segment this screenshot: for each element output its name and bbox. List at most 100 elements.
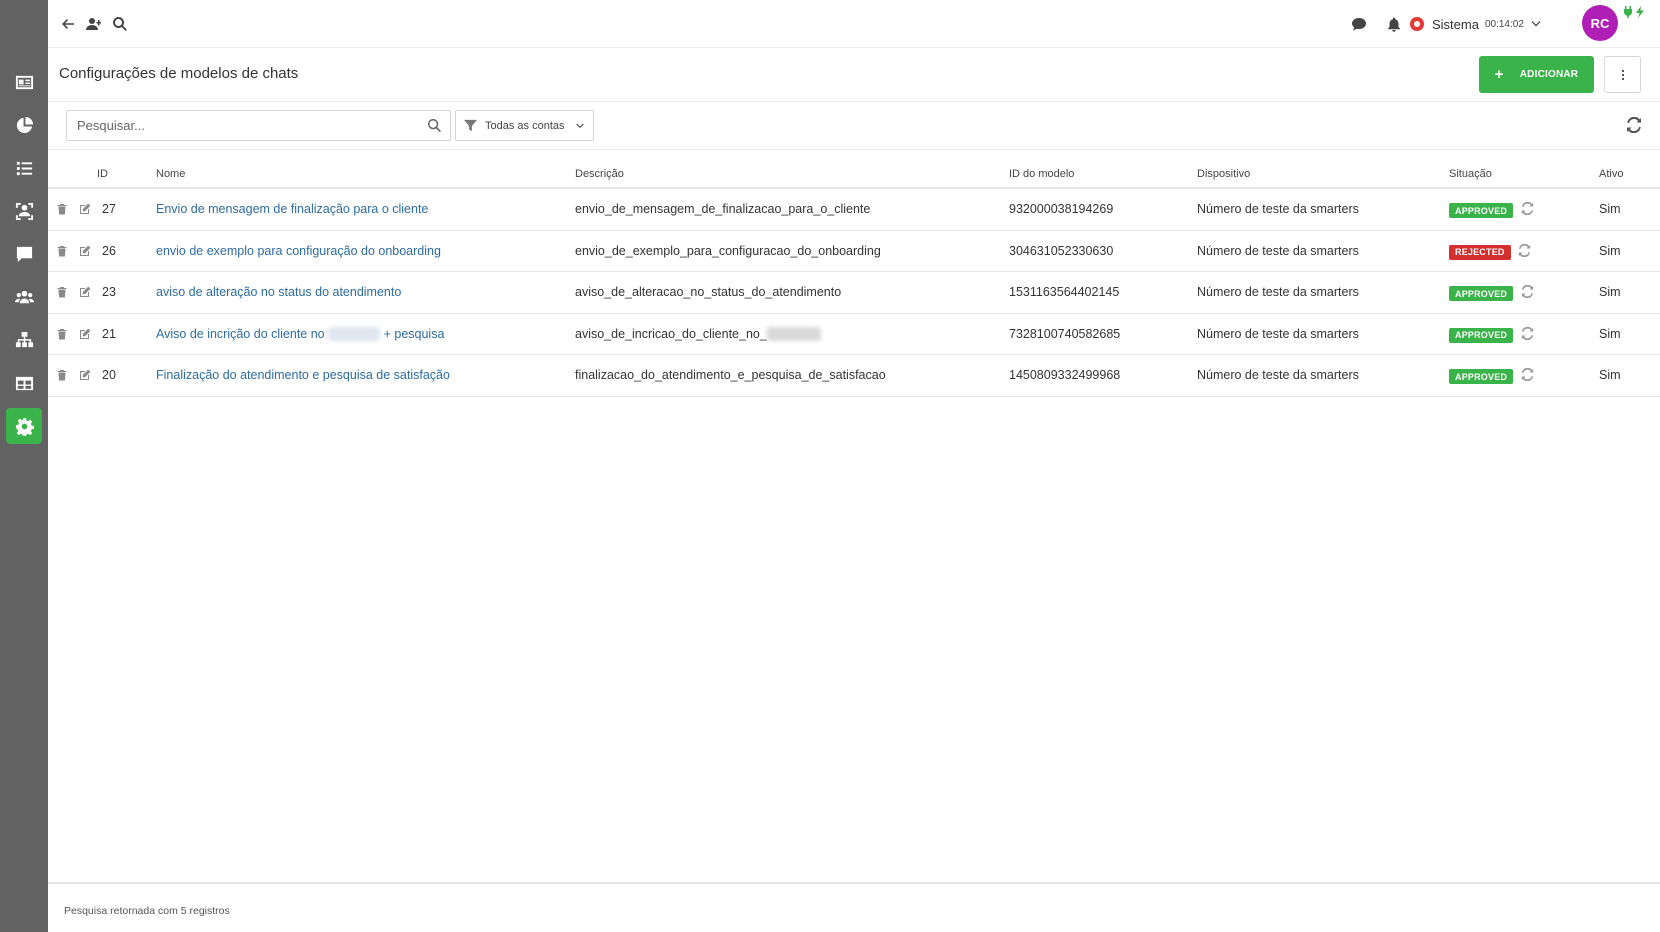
column-header-status[interactable]: Situação	[1449, 168, 1492, 180]
trash-icon	[57, 204, 67, 215]
status-badge: APPROVED	[1449, 203, 1514, 218]
row-name-link[interactable]: Finalização do atendimento e pesquisa de…	[156, 368, 450, 382]
avatar[interactable]: RC	[1582, 5, 1618, 41]
redacted-text	[328, 327, 381, 342]
row-active: Sim	[1599, 285, 1621, 299]
status-badge: REJECTED	[1449, 244, 1511, 260]
add-contact-button[interactable]	[84, 14, 104, 34]
status-badge: APPROVED	[1449, 369, 1514, 384]
status-badge: APPROVED	[1449, 327, 1514, 343]
edit-icon	[80, 245, 91, 256]
column-header-model-id[interactable]: ID do modelo	[1009, 168, 1074, 180]
row-device: Número de teste da smarters	[1197, 202, 1359, 216]
row-description: aviso_de_incricao_do_cliente_no_	[575, 327, 821, 342]
add-button-label: ADICIONAR	[1519, 69, 1579, 80]
row-model-id: 1531163564402145	[1009, 285, 1120, 299]
delete-button[interactable]	[56, 244, 70, 258]
row-active: Sim	[1599, 368, 1621, 382]
top-bar: Sistema 00:14:02 RC	[48, 0, 1660, 48]
chat-icon	[16, 246, 32, 262]
system-status-dropdown[interactable]: Sistema 00:14:02	[1410, 13, 1542, 35]
delete-button[interactable]	[56, 202, 70, 216]
row-id: 20	[102, 368, 116, 382]
edit-button[interactable]	[79, 285, 93, 299]
table-row: 20 Finalização do atendimento e pesquisa…	[48, 355, 1660, 397]
sync-icon	[1521, 201, 1534, 216]
row-description: envio_de_mensagem_de_finalizacao_para_o_…	[575, 202, 871, 216]
table-icon	[15, 376, 33, 390]
refresh-icon	[1627, 116, 1641, 134]
column-header-id[interactable]: ID	[97, 168, 108, 180]
row-name-link[interactable]: aviso de alteração no status do atendime…	[156, 285, 401, 299]
sidebar-item-tables[interactable]	[6, 365, 42, 401]
sidebar-item-settings[interactable]	[6, 408, 42, 444]
sidebar-item-lists[interactable]	[6, 150, 42, 186]
search-icon[interactable]	[427, 118, 442, 133]
row-model-id: 932000038194269	[1009, 202, 1114, 216]
add-button[interactable]: + ADICIONAR	[1479, 56, 1594, 93]
user-plus-icon	[86, 18, 101, 30]
main-content: Sistema 00:14:02 RC Configurações de mod…	[48, 0, 1660, 932]
sync-status-button[interactable]	[1521, 367, 1535, 382]
sync-status-button[interactable]	[1521, 326, 1535, 341]
refresh-button[interactable]	[1626, 116, 1644, 135]
page-title: Configurações de modelos de chats	[59, 65, 299, 82]
sync-icon	[1521, 284, 1534, 299]
back-button[interactable]	[58, 14, 78, 34]
more-options-button[interactable]	[1604, 56, 1641, 93]
search-button[interactable]	[110, 14, 130, 34]
table-row: 27 Envio de mensagem de finalização para…	[48, 189, 1660, 231]
delete-button[interactable]	[56, 327, 70, 341]
sidebar-item-structure[interactable]	[6, 322, 42, 358]
column-header-active[interactable]: Ativo	[1599, 168, 1623, 180]
sitemap-icon	[15, 331, 33, 347]
connection-status	[1623, 6, 1645, 18]
sidebar-item-attendance[interactable]	[6, 193, 42, 229]
row-device: Número de teste da smarters	[1197, 285, 1359, 299]
face-scan-icon	[15, 202, 33, 220]
gear-icon	[15, 417, 34, 436]
row-name-link[interactable]: Envio de mensagem de finalização para o …	[156, 202, 428, 216]
edit-button[interactable]	[79, 244, 93, 258]
notifications-button[interactable]	[1384, 14, 1404, 34]
plus-icon: +	[1494, 66, 1504, 83]
delete-button[interactable]	[56, 368, 70, 382]
edit-button[interactable]	[79, 327, 93, 341]
trash-icon	[57, 328, 67, 339]
arrow-left-icon	[62, 19, 74, 29]
messages-button[interactable]	[1349, 14, 1369, 34]
sidebar-item-contacts[interactable]	[6, 64, 42, 100]
accounts-filter-dropdown[interactable]: Todas as contas	[455, 110, 594, 141]
sync-icon	[1518, 243, 1531, 257]
sidebar-item-chat[interactable]	[6, 236, 42, 272]
sidebar	[0, 0, 48, 932]
column-header-description[interactable]: Descrição	[575, 168, 624, 180]
accounts-filter-label: Todas as contas	[485, 119, 565, 132]
edit-icon	[80, 286, 91, 297]
system-label: Sistema	[1432, 16, 1479, 32]
column-header-name[interactable]: Nome	[156, 168, 185, 180]
row-model-id: 1450809332499968	[1009, 368, 1121, 382]
sidebar-item-users[interactable]	[6, 279, 42, 315]
row-name-link[interactable]: envio de exemplo para configuração do on…	[156, 244, 441, 258]
redacted-text	[766, 327, 821, 342]
sync-status-button[interactable]	[1518, 243, 1532, 258]
edit-button[interactable]	[79, 202, 93, 216]
sync-status-button[interactable]	[1521, 284, 1535, 299]
row-model-id: 7328100740582685	[1009, 326, 1121, 341]
chat-bubble-icon	[1352, 18, 1366, 31]
row-id: 26	[102, 243, 116, 258]
column-header-device[interactable]: Dispositivo	[1197, 168, 1250, 180]
row-id: 27	[102, 202, 116, 216]
delete-button[interactable]	[56, 285, 70, 299]
row-device: Número de teste da smarters	[1197, 243, 1359, 258]
trash-icon	[57, 245, 67, 256]
sidebar-item-reports[interactable]	[6, 107, 42, 143]
row-description: finalizacao_do_atendimento_e_pesquisa_de…	[575, 368, 886, 382]
search-input[interactable]	[67, 111, 422, 140]
status-badge: APPROVED	[1449, 286, 1514, 301]
trash-icon	[57, 287, 67, 298]
edit-button[interactable]	[79, 368, 93, 382]
sync-status-button[interactable]	[1521, 201, 1535, 216]
row-name-link[interactable]: Aviso de incrição do cliente no + pesqui…	[156, 327, 444, 342]
